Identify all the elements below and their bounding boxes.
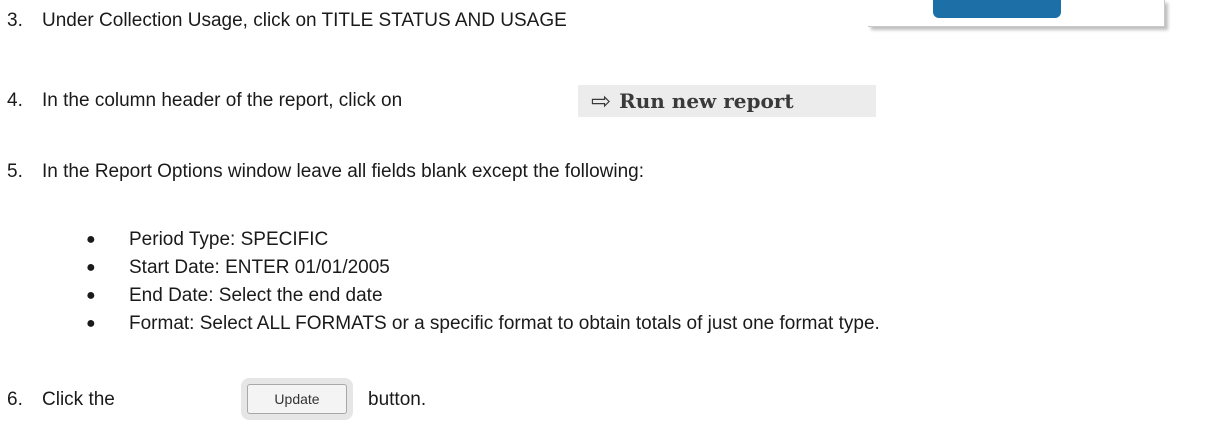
list-item-text: Format: Select ALL FORMATS or a specific… [129, 313, 880, 334]
step-number: 6. [7, 389, 23, 410]
cropped-button [933, 0, 1061, 18]
step-text-after: button. [368, 389, 427, 410]
step-text: In the Report Options window leave all f… [42, 161, 645, 182]
step-number: 3. [7, 10, 23, 31]
update-button[interactable]: Update [247, 384, 347, 414]
step-text: In the column header of the report, clic… [42, 90, 403, 111]
run-new-report-button[interactable]: ⇨ Run new report [578, 85, 876, 117]
list-item-text: Start Date: ENTER 01/01/2005 [129, 257, 390, 278]
right-arrow-icon: ⇨ [591, 87, 612, 115]
bullet-icon: ● [86, 287, 96, 304]
bullet-icon: ● [86, 259, 96, 276]
step-text-before: Click the [42, 389, 115, 410]
bullet-icon: ● [86, 315, 96, 332]
list-item-text: Period Type: SPECIFIC [129, 229, 329, 250]
step-text: Under Collection Usage, click on TITLE S… [42, 10, 567, 31]
step-number: 5. [7, 161, 23, 182]
list-item-text: End Date: Select the end date [129, 285, 383, 306]
screenshot-crop [868, 0, 1165, 27]
bullet-icon: ● [86, 231, 96, 248]
run-new-report-label: Run new report [619, 89, 794, 113]
step-number: 4. [7, 90, 23, 111]
